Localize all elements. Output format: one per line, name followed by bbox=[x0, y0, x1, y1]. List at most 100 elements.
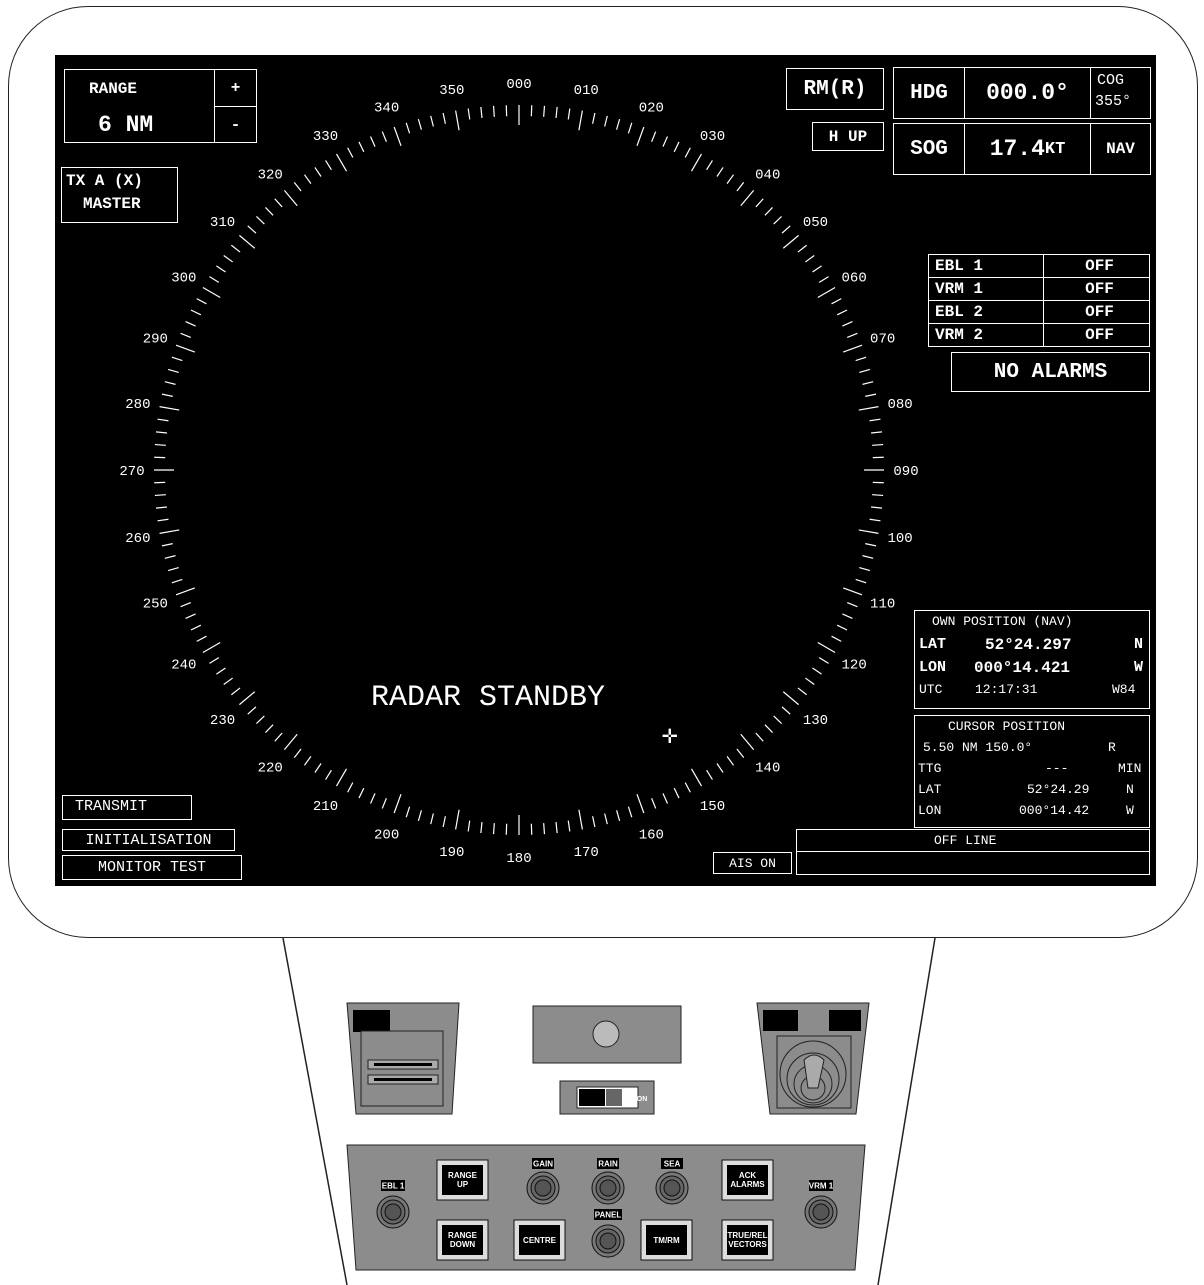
vrm2-row[interactable]: VRM 2 OFF bbox=[929, 324, 1149, 346]
bearing-tick bbox=[872, 443, 884, 446]
bearing-tick bbox=[175, 344, 196, 353]
bearing-tick bbox=[347, 782, 354, 793]
cursor-lon-hem: W bbox=[1126, 803, 1134, 818]
bearing-tick bbox=[651, 131, 657, 143]
svg-text:TM/RM: TM/RM bbox=[653, 1236, 680, 1245]
brilliance-knob[interactable] bbox=[532, 1005, 682, 1064]
bearing-tick bbox=[175, 587, 196, 596]
bearing-tick bbox=[190, 309, 202, 316]
bearing-tick bbox=[859, 566, 871, 572]
bearing-tick bbox=[726, 174, 735, 184]
bearing-label: 190 bbox=[439, 845, 464, 861]
bearing-tick bbox=[651, 797, 657, 809]
radar-screen[interactable]: 000 010 020 030 040 050 060 070 080 090 100 110 120 1… bbox=[55, 55, 1156, 886]
nav-source-button[interactable]: NAV bbox=[1090, 123, 1151, 175]
bearing-tick bbox=[171, 356, 183, 362]
bearing-tick bbox=[836, 624, 848, 631]
bearing-tick bbox=[797, 244, 807, 253]
bearing-tick bbox=[673, 141, 680, 153]
cursor-lon-label: LON bbox=[918, 803, 942, 818]
bearing-tick bbox=[869, 518, 881, 522]
offline-box: OFF LINE bbox=[796, 829, 1150, 875]
alarms-box[interactable]: NO ALARMS bbox=[951, 352, 1150, 392]
vrm1-knob[interactable] bbox=[804, 1195, 838, 1229]
bearing-tick bbox=[855, 356, 867, 362]
bearing-tick bbox=[167, 566, 179, 572]
bearing-tick bbox=[293, 182, 302, 192]
bearing-label: 290 bbox=[143, 332, 168, 348]
sea-knob[interactable] bbox=[655, 1171, 689, 1205]
panel-knob[interactable] bbox=[591, 1224, 625, 1258]
motion-mode-button[interactable]: RM(R) bbox=[786, 68, 884, 110]
transmitter-box[interactable]: TX A (X) MASTER bbox=[61, 167, 178, 223]
centre-key[interactable]: CENTRE bbox=[513, 1219, 566, 1261]
bearing-tick bbox=[865, 543, 877, 547]
range-minus-button[interactable]: - bbox=[214, 106, 257, 143]
bearing-tick bbox=[283, 733, 298, 750]
bearing-label: 240 bbox=[171, 658, 196, 674]
bearing-label: 070 bbox=[870, 332, 895, 348]
bearing-tick bbox=[369, 136, 376, 147]
ttg-value: --- bbox=[1045, 761, 1069, 776]
bearing-label: 310 bbox=[210, 215, 235, 231]
bearing-label: 090 bbox=[893, 464, 918, 480]
bearing-tick bbox=[265, 207, 274, 216]
sog-box: 17.4 KT bbox=[964, 123, 1091, 175]
ais-button[interactable]: AIS ON bbox=[713, 852, 792, 874]
bearing-tick bbox=[716, 167, 724, 177]
bearing-tick bbox=[256, 216, 265, 225]
own-position-title: OWN POSITION (NAV) bbox=[932, 614, 1073, 629]
bearing-tick bbox=[180, 602, 192, 608]
ebl1-knob[interactable] bbox=[376, 1195, 410, 1229]
bearing-tick bbox=[430, 115, 434, 127]
bearing-tick bbox=[185, 320, 196, 327]
rain-knob[interactable] bbox=[591, 1171, 625, 1205]
bearing-tick bbox=[161, 393, 173, 397]
range-plus-button[interactable]: + bbox=[214, 69, 257, 107]
bearing-tick bbox=[405, 122, 411, 134]
ebl1-row[interactable]: EBL 1 OFF bbox=[929, 255, 1149, 278]
trackpad-module[interactable] bbox=[346, 1002, 460, 1115]
true-rel-vectors-key[interactable]: TRUE/RELVECTORS bbox=[721, 1219, 774, 1261]
bearing-tick bbox=[592, 112, 596, 124]
bearing-tick bbox=[812, 667, 822, 675]
vrm1-row[interactable]: VRM 1 OFF bbox=[929, 278, 1149, 301]
bearing-tick bbox=[325, 160, 332, 171]
bearing-tick bbox=[209, 276, 220, 283]
bearing-tick bbox=[755, 198, 764, 208]
bearing-tick bbox=[812, 265, 822, 273]
rain-label: RAIN bbox=[598, 1160, 618, 1169]
datum-value: W84 bbox=[1112, 682, 1136, 697]
bearing-tick bbox=[782, 234, 799, 249]
cursor-cross-icon[interactable]: ✛ bbox=[662, 723, 678, 749]
bearing-tick bbox=[202, 286, 221, 299]
bearing-tick bbox=[872, 494, 884, 497]
gain-label: GAIN bbox=[533, 1160, 553, 1169]
tx-line2: MASTER bbox=[83, 195, 141, 213]
bearing-tick bbox=[417, 810, 423, 822]
range-down-key[interactable]: RANGEDOWN bbox=[436, 1219, 489, 1261]
joystick-module[interactable] bbox=[756, 1002, 870, 1115]
bearing-tick bbox=[161, 543, 173, 547]
orientation-button[interactable]: H UP bbox=[812, 122, 884, 151]
bearing-tick bbox=[865, 393, 877, 397]
ebl-vrm-table: EBL 1 OFF VRM 1 OFF EBL 2 OFF VRM 2 OFF bbox=[928, 254, 1150, 347]
bearing-tick bbox=[543, 823, 546, 835]
power-switch[interactable]: ON bbox=[559, 1080, 655, 1115]
gain-knob[interactable] bbox=[526, 1171, 560, 1205]
bearing-tick bbox=[256, 715, 265, 724]
ack-alarms-key[interactable]: ACKALARMS bbox=[721, 1159, 774, 1201]
menu-monitor-test[interactable]: MONITOR TEST bbox=[62, 855, 242, 880]
menu-transmit[interactable]: TRANSMIT bbox=[62, 795, 192, 820]
sog-label: SOG bbox=[893, 123, 965, 175]
sog-value: 17.4 bbox=[989, 136, 1045, 162]
tm-rm-key[interactable]: TM/RM bbox=[640, 1219, 693, 1261]
ebl2-row[interactable]: EBL 2 OFF bbox=[929, 301, 1149, 324]
range-up-key[interactable]: RANGEUP bbox=[436, 1159, 489, 1201]
bearing-tick bbox=[736, 748, 745, 758]
svg-text:CENTRE: CENTRE bbox=[523, 1236, 557, 1245]
bearing-tick bbox=[314, 763, 322, 773]
menu-initialisation[interactable]: INITIALISATION bbox=[62, 829, 235, 851]
bearing-tick bbox=[159, 406, 180, 411]
bearing-tick bbox=[381, 797, 387, 809]
